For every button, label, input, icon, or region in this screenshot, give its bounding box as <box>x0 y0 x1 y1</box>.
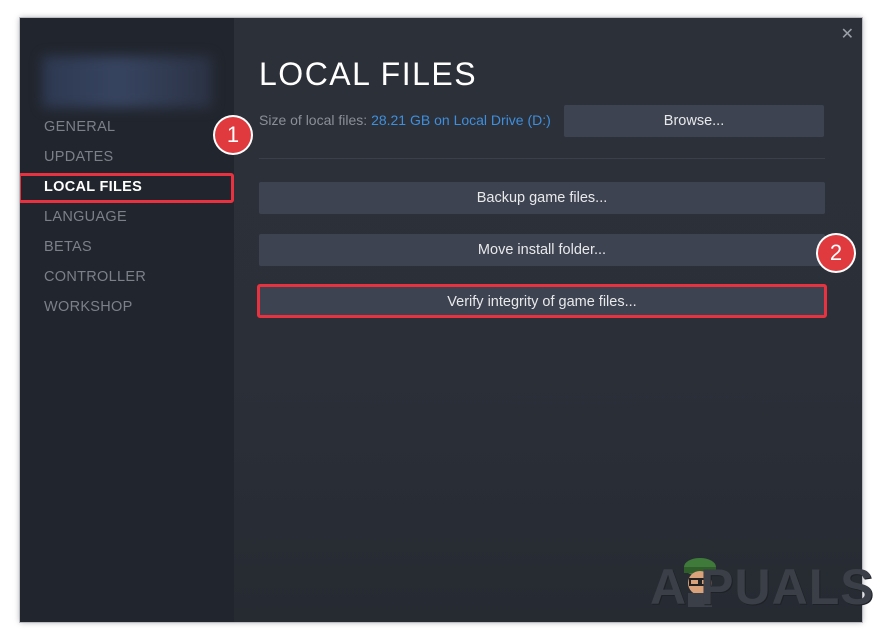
sidebar-item-updates[interactable]: UPDATES <box>44 149 114 165</box>
size-value-link[interactable]: 28.21 GB on Local Drive (D:) <box>371 112 551 128</box>
move-install-folder-button[interactable]: Move install folder... <box>259 234 825 266</box>
verify-integrity-button[interactable]: Verify integrity of game files... <box>257 284 827 318</box>
sidebar-item-betas[interactable]: BETAS <box>44 239 92 255</box>
game-banner-image <box>42 56 212 108</box>
local-files-size: Size of local files: 28.21 GB on Local D… <box>259 112 551 128</box>
step-2-badge: 2 <box>818 235 854 271</box>
highlight-box-local-files <box>20 173 234 203</box>
sidebar-item-controller[interactable]: CONTROLLER <box>44 269 146 285</box>
page-title: LOCAL FILES <box>259 56 478 92</box>
close-icon[interactable]: ✕ <box>841 24 854 43</box>
divider <box>259 158 825 159</box>
properties-window: GENERAL UPDATES LOCAL FILES LANGUAGE BET… <box>20 18 862 622</box>
sidebar-item-workshop[interactable]: WORKSHOP <box>44 299 133 315</box>
sidebar-item-general[interactable]: GENERAL <box>44 119 115 135</box>
sidebar-item-language[interactable]: LANGUAGE <box>44 209 127 225</box>
watermark-text: A PUALS <box>650 559 875 615</box>
sidebar: GENERAL UPDATES LOCAL FILES LANGUAGE BET… <box>20 18 234 622</box>
step-1-badge: 1 <box>215 117 251 153</box>
size-label: Size of local files: <box>259 112 368 128</box>
browse-button[interactable]: Browse... <box>564 105 824 137</box>
main-content: ✕ LOCAL FILES Size of local files: 28.21… <box>234 18 862 622</box>
backup-game-files-button[interactable]: Backup game files... <box>259 182 825 214</box>
